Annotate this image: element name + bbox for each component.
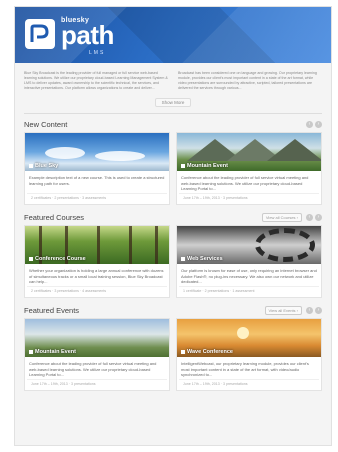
course-card[interactable]: Conference Course Whether your organizat… <box>24 225 170 298</box>
card-image[interactable]: Web Services <box>177 226 321 264</box>
path-logo-icon[interactable] <box>25 19 55 49</box>
content-card[interactable]: Mountain Event Conference about the lead… <box>176 132 322 205</box>
section-header: Featured Courses View all Courses › ‹ › <box>24 211 322 223</box>
card-description: Conference about the leading provider of… <box>29 361 157 377</box>
card-description: Conference about the leading provider of… <box>181 175 309 191</box>
tree-shape <box>129 226 132 264</box>
card-row: Blue Sky Example description text of a n… <box>24 132 322 205</box>
card-description: IntelligentWebcast, our proprietary lear… <box>181 361 309 377</box>
card-title: Web Services <box>181 256 223 262</box>
brand-name[interactable]: path <box>61 22 114 48</box>
tag-icon <box>29 256 33 261</box>
card-title: Mountain Event <box>181 163 228 169</box>
new-content-section: New Content ‹ › Blue Sky Example descrip… <box>15 114 331 207</box>
card-image[interactable]: Blue Sky <box>25 133 169 171</box>
event-card[interactable]: Wave Conference IntelligentWebcast, our … <box>176 318 322 391</box>
tag-icon <box>29 163 33 168</box>
card-title: Conference Course <box>29 256 86 262</box>
section-header: New Content ‹ › <box>24 118 322 130</box>
card-title: Wave Conference <box>181 349 233 355</box>
portal-page: bluesky path LMS Blue Sky Broadcast is t… <box>14 6 332 446</box>
card-image[interactable]: Conference Course <box>25 226 169 264</box>
chevron-right-icon[interactable]: › <box>315 120 322 128</box>
tree-shape <box>97 226 100 264</box>
mountain-shape <box>267 139 321 161</box>
section-controls: View all Courses › ‹ › <box>261 212 322 222</box>
card-meta: June 17th – 19th, 2013 · 3 presentations <box>27 379 167 390</box>
card-description: Example description text of a new course… <box>29 175 165 186</box>
featured-events-section: Featured Events View all Events › ‹ › Mo… <box>15 300 331 393</box>
event-card[interactable]: Mountain Event Conference about the lead… <box>24 318 170 391</box>
section-title: New Content <box>24 119 68 129</box>
section-controls: View all Events › ‹ › <box>264 305 322 315</box>
card-description: Our platform is known for ease of use, o… <box>181 268 317 284</box>
card-meta: 2 certificates · 3 presentations · 4 ass… <box>27 286 167 297</box>
chevron-left-icon[interactable]: ‹ <box>306 120 313 128</box>
section-title: Featured Events <box>24 305 80 315</box>
view-all-events-button[interactable]: View all Events › <box>264 305 302 315</box>
sun-shape <box>237 327 249 339</box>
tree-shape <box>155 226 158 264</box>
featured-courses-section: Featured Courses View all Courses › ‹ › … <box>15 207 331 300</box>
card-meta: June 17th – 19th, 2013 · 3 presentations <box>179 193 319 204</box>
card-image[interactable]: Wave Conference <box>177 319 321 357</box>
tag-icon <box>181 349 185 354</box>
film-ring-shape <box>255 228 315 262</box>
chevron-left-icon[interactable]: ‹ <box>306 306 313 314</box>
card-title: Mountain Event <box>29 349 76 355</box>
content-card[interactable]: Blue Sky Example description text of a n… <box>24 132 170 205</box>
show-more-button[interactable]: Show More <box>154 98 192 107</box>
card-image[interactable]: Mountain Event <box>177 133 321 171</box>
card-meta: June 17th – 19th, 2013 · 3 presentations <box>179 379 319 390</box>
chevron-right-icon[interactable]: › <box>315 306 322 314</box>
card-meta: 2 certificates · 2 presentations · 3 ass… <box>27 193 167 204</box>
tag-icon <box>181 163 185 168</box>
card-row: Mountain Event Conference about the lead… <box>24 318 322 391</box>
header-banner: bluesky path LMS <box>15 7 331 63</box>
intro-right: Broadcast has been considered one on lan… <box>178 71 317 90</box>
card-meta: 1 certificate · 2 presentations · 1 asse… <box>179 286 319 297</box>
tag-icon <box>29 349 33 354</box>
section-title: Featured Courses <box>24 212 85 222</box>
show-more-row: Show More <box>24 95 322 114</box>
section-header: Featured Events View all Events › ‹ › <box>24 304 322 316</box>
intro-left: Blue Sky Broadcast is the leading provid… <box>24 71 168 90</box>
cloud-shape <box>45 147 85 159</box>
course-card[interactable]: Web Services Our platform is known for e… <box>176 225 322 298</box>
section-controls: ‹ › <box>306 120 322 128</box>
card-description: Whether your organization is holding a l… <box>29 268 164 284</box>
chevron-right-icon[interactable]: › <box>315 213 322 221</box>
card-image[interactable]: Mountain Event <box>25 319 169 357</box>
card-title: Blue Sky <box>29 163 58 169</box>
card-row: Conference Course Whether your organizat… <box>24 225 322 298</box>
intro-text: Blue Sky Broadcast is the leading provid… <box>15 63 331 95</box>
tag-icon <box>181 256 185 261</box>
brand-sub: LMS <box>89 50 106 56</box>
cloud-shape <box>95 151 145 161</box>
chevron-left-icon[interactable]: ‹ <box>306 213 313 221</box>
view-all-courses-button[interactable]: View all Courses › <box>261 212 302 222</box>
